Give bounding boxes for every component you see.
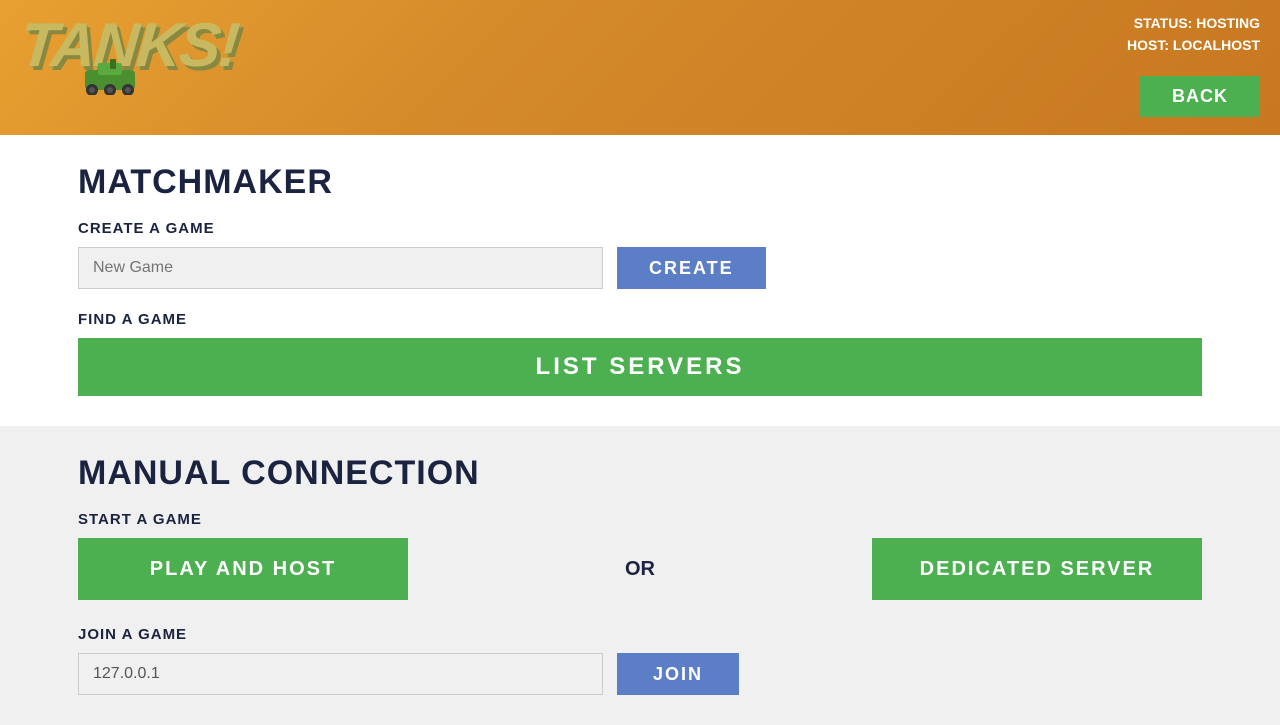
status-info: STATUS: HOSTING HOST: LOCALHOST <box>1127 12 1260 57</box>
start-game-row: PLAY AND HOST OR DEDICATED SERVER <box>78 538 1202 600</box>
join-game-label: JOIN A GAME <box>78 626 1202 643</box>
dedicated-server-button[interactable]: DEDICATED SERVER <box>872 538 1202 600</box>
or-label: OR <box>408 558 872 581</box>
header: TANKS! STATUS: HOSTING HOST: LOCALHOST B… <box>0 0 1280 135</box>
start-game-label: START A GAME <box>78 511 1202 528</box>
create-game-label: CREATE A GAME <box>78 220 1202 237</box>
matchmaker-section: MATCHMAKER CREATE A GAME CREATE FIND A G… <box>0 135 1280 426</box>
join-button[interactable]: JOIN <box>617 653 739 695</box>
ip-address-input[interactable] <box>78 653 603 695</box>
manual-connection-title: MANUAL CONNECTION <box>78 454 1202 493</box>
create-game-row: CREATE <box>78 247 1202 289</box>
list-servers-button[interactable]: LIST SERVERS <box>78 338 1202 396</box>
tank-icon <box>80 55 140 95</box>
find-game-label: FIND A GAME <box>78 311 1202 328</box>
game-name-input[interactable] <box>78 247 603 289</box>
logo-area: TANKS! <box>0 0 280 135</box>
status-line2: HOST: LOCALHOST <box>1127 34 1260 56</box>
manual-connection-section: MANUAL CONNECTION START A GAME PLAY AND … <box>0 426 1280 725</box>
create-button[interactable]: CREATE <box>617 247 766 289</box>
play-and-host-button[interactable]: PLAY AND HOST <box>78 538 408 600</box>
join-game-row: JOIN <box>78 653 1202 695</box>
matchmaker-title: MATCHMAKER <box>78 163 1202 202</box>
back-button[interactable]: BACK <box>1140 76 1260 117</box>
status-line1: STATUS: HOSTING <box>1127 12 1260 34</box>
